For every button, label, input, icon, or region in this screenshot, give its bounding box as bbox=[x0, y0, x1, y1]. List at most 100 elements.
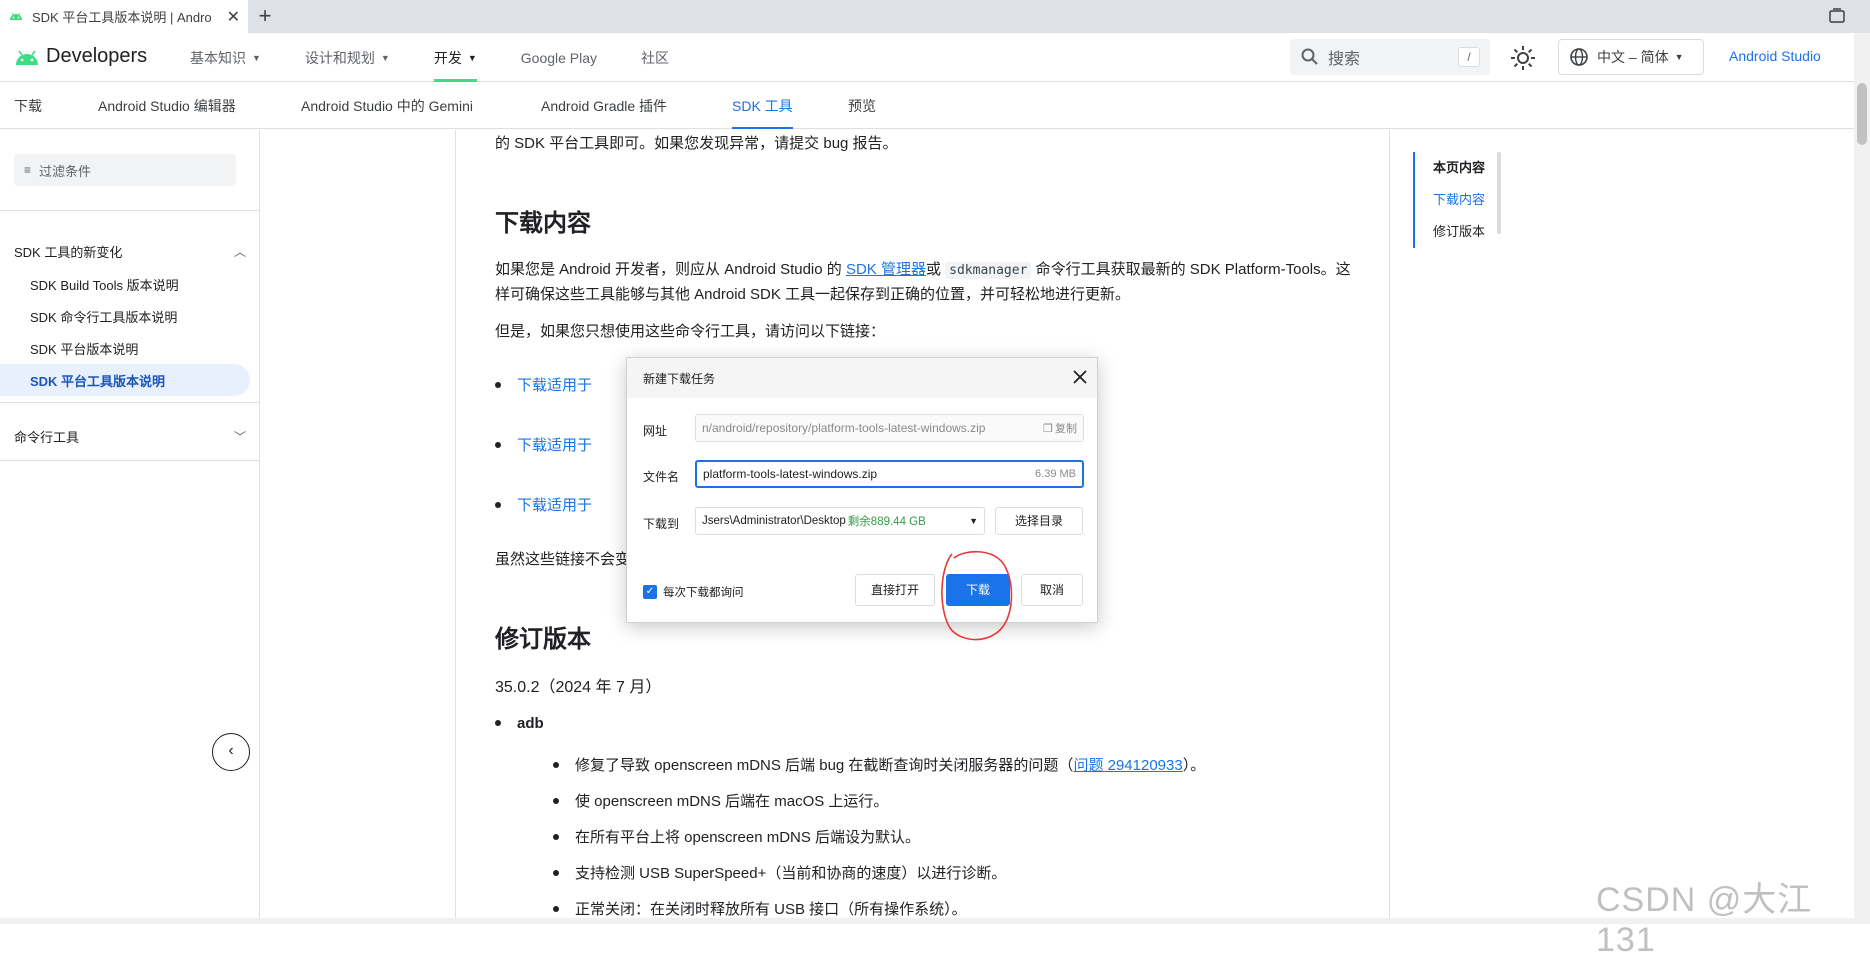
cancel-button[interactable]: 取消 bbox=[1021, 574, 1083, 606]
download-link-mac[interactable]: 下载适用于 bbox=[517, 437, 592, 454]
android-studio-link[interactable]: Android Studio bbox=[1729, 48, 1821, 64]
sidebar-divider bbox=[0, 210, 260, 211]
chevron-down-icon: ﹀ bbox=[233, 430, 246, 444]
free-space: 剩余889.44 GB bbox=[847, 516, 926, 528]
android-logo-icon bbox=[16, 50, 38, 65]
nav-label: 基本知识 bbox=[190, 49, 246, 66]
list-item: 使 openscreen mDNS 后端在 macOS 上运行。 bbox=[553, 790, 888, 814]
tab-search-icon[interactable] bbox=[1828, 7, 1846, 25]
subnav-download[interactable]: 下载 bbox=[14, 83, 42, 129]
text: 支持检测 USB SuperSpeed+（当前和协商的速度）以进行诊断。 bbox=[575, 865, 1007, 882]
toc-item-download[interactable]: 下载内容 bbox=[1415, 184, 1493, 216]
subnav-preview[interactable]: 预览 bbox=[848, 83, 876, 129]
status-strip bbox=[0, 918, 1854, 924]
filter-icon: ≡ bbox=[24, 163, 32, 177]
nav-label: 开发 bbox=[433, 49, 462, 66]
checkbox-checked-icon: ✓ bbox=[643, 585, 657, 599]
caret-down-icon: ▼ bbox=[380, 52, 390, 63]
list-item: adb bbox=[495, 712, 544, 736]
saveto-select[interactable]: Jsers\Administrator\Desktop 剩余889.44 GB … bbox=[695, 507, 985, 535]
toc-scrollbar[interactable] bbox=[1497, 152, 1501, 234]
subnav-editor[interactable]: Android Studio 编辑器 bbox=[98, 83, 236, 129]
dialog-header: 新建下载任务 bbox=[627, 358, 1097, 398]
nav-basics[interactable]: 基本知识 ▼ bbox=[190, 33, 261, 82]
toc-item-revisions[interactable]: 修订版本 bbox=[1415, 216, 1493, 248]
sidebar-item-platform[interactable]: SDK 平台版本说明 bbox=[0, 332, 250, 364]
nav-design[interactable]: 设计和规划 ▼ bbox=[305, 33, 390, 82]
sidebar-item-cmdline-tools[interactable]: SDK 命令行工具版本说明 bbox=[0, 300, 250, 332]
subnav-sdk-tools[interactable]: SDK 工具 bbox=[732, 83, 793, 129]
developers-logo[interactable]: Developers bbox=[14, 45, 147, 68]
new-tab-button[interactable]: + bbox=[252, 4, 278, 30]
list-item: 在所有平台上将 openscreen mDNS 后端设为默认。 bbox=[553, 826, 921, 850]
language-value: 中文 – 简体 bbox=[1597, 49, 1669, 65]
top-nav: 基本知识 ▼ 设计和规划 ▼ 开发 ▼ Google Play 社区 bbox=[190, 33, 713, 82]
collapse-sidebar-button[interactable]: ‹ bbox=[212, 733, 250, 771]
close-icon[interactable] bbox=[1071, 368, 1089, 386]
site-search-input[interactable]: 搜索 / bbox=[1290, 39, 1490, 75]
ask-each-time-checkbox[interactable]: ✓ 每次下载都询问 bbox=[643, 584, 744, 600]
subnav-gradle[interactable]: Android Gradle 插件 bbox=[541, 83, 667, 129]
theme-toggle-sun-icon[interactable] bbox=[1510, 45, 1536, 71]
text: ）。 bbox=[1182, 757, 1206, 774]
browser-tab-strip: SDK 平台工具版本说明 | Andro ✕ + bbox=[0, 0, 1870, 33]
red-circle-annotation bbox=[941, 550, 1013, 641]
sidebar-divider bbox=[0, 460, 260, 461]
sub-nav: 下载 Android Studio 编辑器 Android Studio 中的 … bbox=[0, 83, 1854, 129]
text: 在所有平台上将 openscreen mDNS 后端设为默认。 bbox=[575, 829, 921, 846]
subnav-gemini[interactable]: Android Studio 中的 Gemini bbox=[301, 83, 473, 129]
article-border bbox=[1389, 130, 1390, 924]
language-select[interactable]: 中文 – 简体 ▼ bbox=[1558, 39, 1704, 75]
checkbox-label: 每次下载都询问 bbox=[663, 587, 744, 599]
caret-down-icon: ▼ bbox=[467, 52, 477, 63]
sidebar-item-build-tools[interactable]: SDK Build Tools 版本说明 bbox=[0, 268, 250, 300]
nav-google-play[interactable]: Google Play bbox=[521, 33, 597, 82]
list-item: 下载适用于 bbox=[495, 494, 592, 518]
caret-down-icon: ▼ bbox=[252, 52, 261, 63]
section-label: 命令行工具 bbox=[14, 430, 80, 445]
url-label: 网址 bbox=[643, 424, 668, 438]
paragraph-links-intro: 但是，如果您只想使用这些命令行工具，请访问以下链接： bbox=[495, 323, 886, 340]
browser-tab[interactable]: SDK 平台工具版本说明 | Andro ✕ bbox=[0, 0, 248, 33]
heading-download: 下载内容 bbox=[495, 210, 591, 237]
copy-icon: ❐ bbox=[1043, 422, 1053, 435]
sidebar-section-cmdline[interactable]: 命令行工具 ﹀ bbox=[14, 427, 246, 446]
table-of-contents: 本页内容 下载内容 修订版本 bbox=[1413, 152, 1493, 248]
dialog-title: 新建下载任务 bbox=[643, 372, 716, 386]
paragraph-download: 如果您是 Android 开发者，则应从 Android Studio 的 SD… bbox=[495, 258, 1355, 307]
issue-link[interactable]: 问题 294120933 bbox=[1073, 757, 1182, 774]
copy-url-button[interactable]: ❐ 复制 bbox=[1043, 420, 1077, 436]
search-shortcut-key: / bbox=[1458, 47, 1480, 67]
caret-down-icon: ▼ bbox=[1674, 52, 1684, 62]
sidebar-section-sdk-news[interactable]: SDK 工具的新变化 ︿ bbox=[14, 242, 246, 261]
close-tab-icon[interactable]: ✕ bbox=[227, 7, 240, 27]
filename-label: 文件名 bbox=[643, 470, 680, 484]
saveto-path: Jsers\Administrator\Desktop bbox=[702, 515, 846, 527]
left-sidebar: ≡ 过滤条件 SDK 工具的新变化 ︿ SDK Build Tools 版本说明… bbox=[0, 130, 260, 924]
text: 修复了导致 openscreen mDNS 后端 bug 在截断查询时关闭服务器… bbox=[575, 757, 1074, 774]
brand-name: Developers bbox=[46, 45, 148, 67]
filter-input[interactable]: ≡ 过滤条件 bbox=[14, 154, 236, 186]
sidebar-item-platform-tools[interactable]: SDK 平台工具版本说明 bbox=[0, 364, 250, 396]
list-item: 下载适用于 bbox=[495, 374, 592, 398]
open-directly-button[interactable]: 直接打开 bbox=[855, 574, 935, 606]
scrollbar-thumb[interactable] bbox=[1857, 83, 1867, 145]
intro-tail: 的 SDK 平台工具即可。如果您发现异常，请提交 bug 报告。 bbox=[495, 135, 898, 152]
sdk-manager-link[interactable]: SDK 管理器 bbox=[846, 261, 926, 278]
toc-title: 本页内容 bbox=[1433, 160, 1486, 175]
choose-directory-button[interactable]: 选择目录 bbox=[995, 507, 1083, 535]
nav-community[interactable]: 社区 bbox=[641, 33, 669, 82]
copy-label: 复制 bbox=[1055, 423, 1077, 435]
url-field[interactable]: n/android/repository/platform-tools-late… bbox=[695, 414, 1084, 442]
nav-develop[interactable]: 开发 ▼ bbox=[433, 33, 477, 82]
chevron-up-icon: ︿ bbox=[233, 245, 246, 259]
article-border bbox=[455, 130, 456, 924]
filename-input[interactable]: platform-tools-latest-windows.zip 6.39 M… bbox=[695, 460, 1084, 488]
download-link-linux[interactable]: 下载适用于 bbox=[517, 497, 592, 514]
list-item: 下载适用于 bbox=[495, 434, 592, 458]
csdn-watermark: CSDN @大江131 bbox=[1596, 881, 1813, 959]
page-scrollbar[interactable] bbox=[1854, 33, 1870, 924]
nav-label: 设计和规划 bbox=[304, 49, 375, 66]
sdkmanager-code: sdkmanager bbox=[945, 262, 1032, 279]
download-link-windows[interactable]: 下载适用于 bbox=[517, 377, 592, 394]
